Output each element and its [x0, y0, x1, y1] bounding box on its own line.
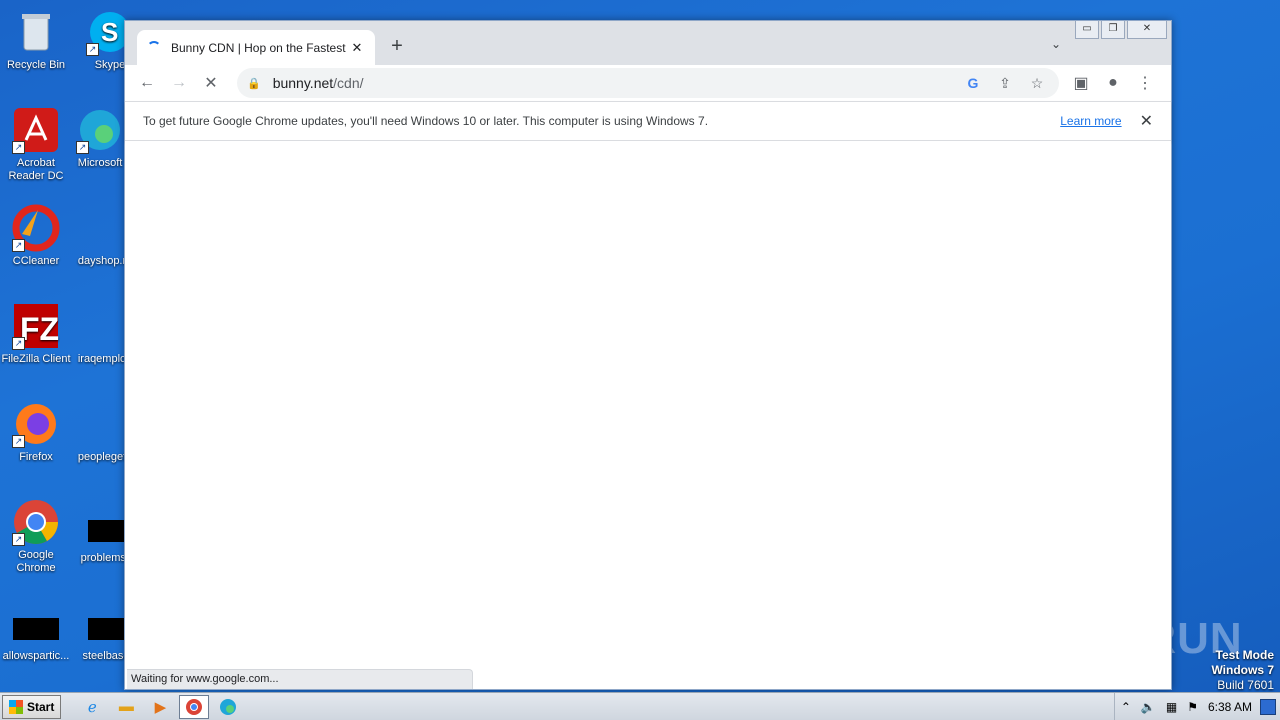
tray-expand-icon[interactable]: ⌃ — [1121, 700, 1131, 714]
allowspartic-icon[interactable]: allowspartic... — [0, 608, 72, 663]
action-center-flag-icon[interactable]: ⚑ — [1187, 700, 1198, 714]
lock-icon[interactable]: 🔒 — [247, 77, 261, 90]
ccleaner-image: ↗ — [12, 204, 60, 252]
new-tab-button[interactable]: + — [387, 35, 407, 58]
chrome-window: Bunny CDN | Hop on the Fastest Co ✕ + ⌄ … — [124, 20, 1172, 690]
tab-bunny-cdn[interactable]: Bunny CDN | Hop on the Fastest Co ✕ — [137, 30, 375, 65]
taskbar: Start ℯ ▬ ▶ ⌃ 🔈 ▦ ⚑ 6:38 AM — [0, 692, 1280, 720]
edge-image: ↗ — [76, 106, 124, 154]
shortcut-arrow-icon: ↗ — [12, 239, 25, 252]
system-tray: ⌃ 🔈 ▦ ⚑ 6:38 AM — [1113, 693, 1280, 720]
media-player-icon[interactable]: ▶ — [145, 695, 175, 719]
file-explorer-icon[interactable]: ▬ — [111, 695, 141, 719]
start-button[interactable]: Start — [2, 694, 62, 719]
shortcut-arrow-icon: ↗ — [86, 43, 99, 56]
side-panel-icon[interactable]: ▣ — [1067, 69, 1095, 97]
start-label: Start — [27, 699, 55, 714]
shortcut-arrow-icon: ↗ — [12, 533, 25, 546]
svg-text:FZ: FZ — [20, 311, 59, 347]
url-path: /cdn/ — [333, 75, 364, 91]
filezilla-image: FZ ↗ — [12, 302, 60, 350]
filezilla-icon[interactable]: FZ ↗ FileZilla Client — [0, 302, 72, 366]
test-mode-notice: Test Mode Windows 7 Build 7601 — [1211, 648, 1274, 693]
firefox-icon[interactable]: ↗ Firefox — [0, 400, 72, 464]
recycle-bin-label: Recycle Bin — [6, 59, 66, 71]
learn-more-link[interactable]: Learn more — [1060, 114, 1121, 128]
browser-toolbar: ← → ✕ 🔒 bunny.net/cdn/ G ⇪ ☆ ▣ ● ⋮ — [125, 65, 1171, 101]
stop-loading-button[interactable]: ✕ — [197, 69, 225, 97]
clock[interactable]: 6:38 AM — [1208, 700, 1252, 714]
tab-strip: Bunny CDN | Hop on the Fastest Co ✕ + ⌄ … — [125, 21, 1171, 65]
shortcut-arrow-icon: ↗ — [12, 141, 25, 154]
bookmark-star-icon[interactable]: ☆ — [1025, 75, 1049, 92]
firefox-image: ↗ — [12, 400, 60, 448]
update-infobar: To get future Google Chrome updates, you… — [125, 101, 1171, 141]
share-icon[interactable]: ⇪ — [993, 75, 1017, 92]
address-bar[interactable]: 🔒 bunny.net/cdn/ G ⇪ ☆ — [237, 68, 1059, 98]
windows-logo-icon — [9, 699, 23, 714]
shortcut-arrow-icon: ↗ — [12, 337, 25, 350]
file-thumbnail — [13, 618, 59, 640]
acrobat-label: Acrobat Reader DC — [8, 157, 64, 182]
chrome-taskbar-icon[interactable] — [179, 694, 210, 719]
ccleaner-icon[interactable]: ↗ CCleaner — [0, 204, 72, 268]
window-controls: ▭ ❐ ✕ — [1075, 21, 1167, 39]
minimize-button[interactable]: ▭ — [1075, 21, 1099, 39]
infobar-close-icon[interactable]: ✕ — [1140, 111, 1153, 131]
restore-button[interactable]: ❐ — [1101, 21, 1125, 39]
peopleget-image — [78, 400, 126, 448]
tab-search-chevron-icon[interactable]: ⌄ — [1051, 37, 1061, 51]
close-window-button[interactable]: ✕ — [1127, 21, 1167, 39]
status-bubble: Waiting for www.google.com... — [127, 669, 473, 689]
firefox-label: Firefox — [19, 451, 53, 463]
recycle-bin-image — [12, 8, 60, 56]
edge-taskbar-icon[interactable] — [213, 695, 243, 719]
url-host: bunny.net — [272, 75, 334, 91]
infobar-message: To get future Google Chrome updates, you… — [143, 114, 709, 128]
iraqemplo-image — [78, 302, 126, 350]
internet-explorer-icon[interactable]: ℯ — [77, 695, 107, 719]
forward-button[interactable]: → — [165, 69, 193, 97]
shortcut-arrow-icon: ↗ — [76, 141, 89, 154]
test-mode-line1: Test Mode — [1215, 648, 1274, 662]
network-icon[interactable]: ▦ — [1166, 700, 1177, 714]
chrome-label: Google Chrome — [16, 549, 56, 574]
show-desktop-button[interactable] — [1260, 698, 1276, 715]
ccleaner-label: CCleaner — [12, 255, 60, 267]
acrobat-image: ↗ — [12, 106, 60, 154]
acrobat-reader-icon[interactable]: ↗ Acrobat Reader DC — [0, 106, 72, 183]
tab-close-icon[interactable]: ✕ — [349, 40, 365, 56]
page-content[interactable]: Waiting for www.google.com... — [125, 141, 1171, 689]
profile-avatar-icon[interactable]: ● — [1099, 69, 1127, 97]
volume-icon[interactable]: 🔈 — [1141, 700, 1156, 714]
recycle-bin-icon[interactable]: Recycle Bin — [0, 8, 72, 72]
tab-title: Bunny CDN | Hop on the Fastest Co — [171, 40, 349, 55]
url-text[interactable]: bunny.net/cdn/ — [273, 75, 953, 91]
shortcut-arrow-icon: ↗ — [12, 435, 25, 448]
allowspartic-label: allowspartic... — [2, 650, 70, 662]
back-button[interactable]: ← — [133, 69, 161, 97]
svg-text:S: S — [101, 17, 118, 47]
chrome-menu-icon[interactable]: ⋮ — [1131, 69, 1159, 97]
loading-spinner-icon — [147, 40, 161, 55]
google-chrome-icon[interactable]: ↗ Google Chrome — [0, 498, 72, 575]
test-mode-line3: Build 7601 — [1217, 678, 1274, 692]
chrome-image: ↗ — [12, 498, 60, 546]
dayshop-image — [78, 204, 126, 252]
test-mode-line2: Windows 7 — [1211, 663, 1274, 677]
google-lens-icon[interactable]: G — [961, 75, 985, 91]
filezilla-label: FileZilla Client — [1, 353, 71, 365]
